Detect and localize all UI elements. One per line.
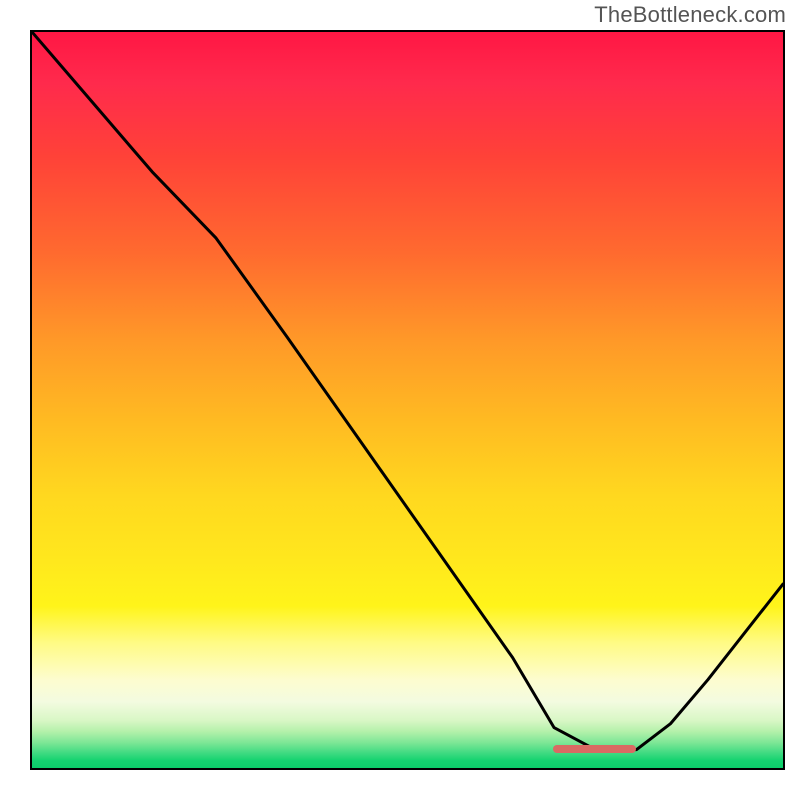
chart-canvas: TheBottleneck.com — [0, 0, 800, 800]
plot-area — [30, 30, 785, 770]
attribution-text: TheBottleneck.com — [594, 2, 786, 28]
bottleneck-curve — [32, 32, 783, 750]
curve-layer — [32, 32, 783, 768]
optimum-marker — [553, 745, 636, 753]
